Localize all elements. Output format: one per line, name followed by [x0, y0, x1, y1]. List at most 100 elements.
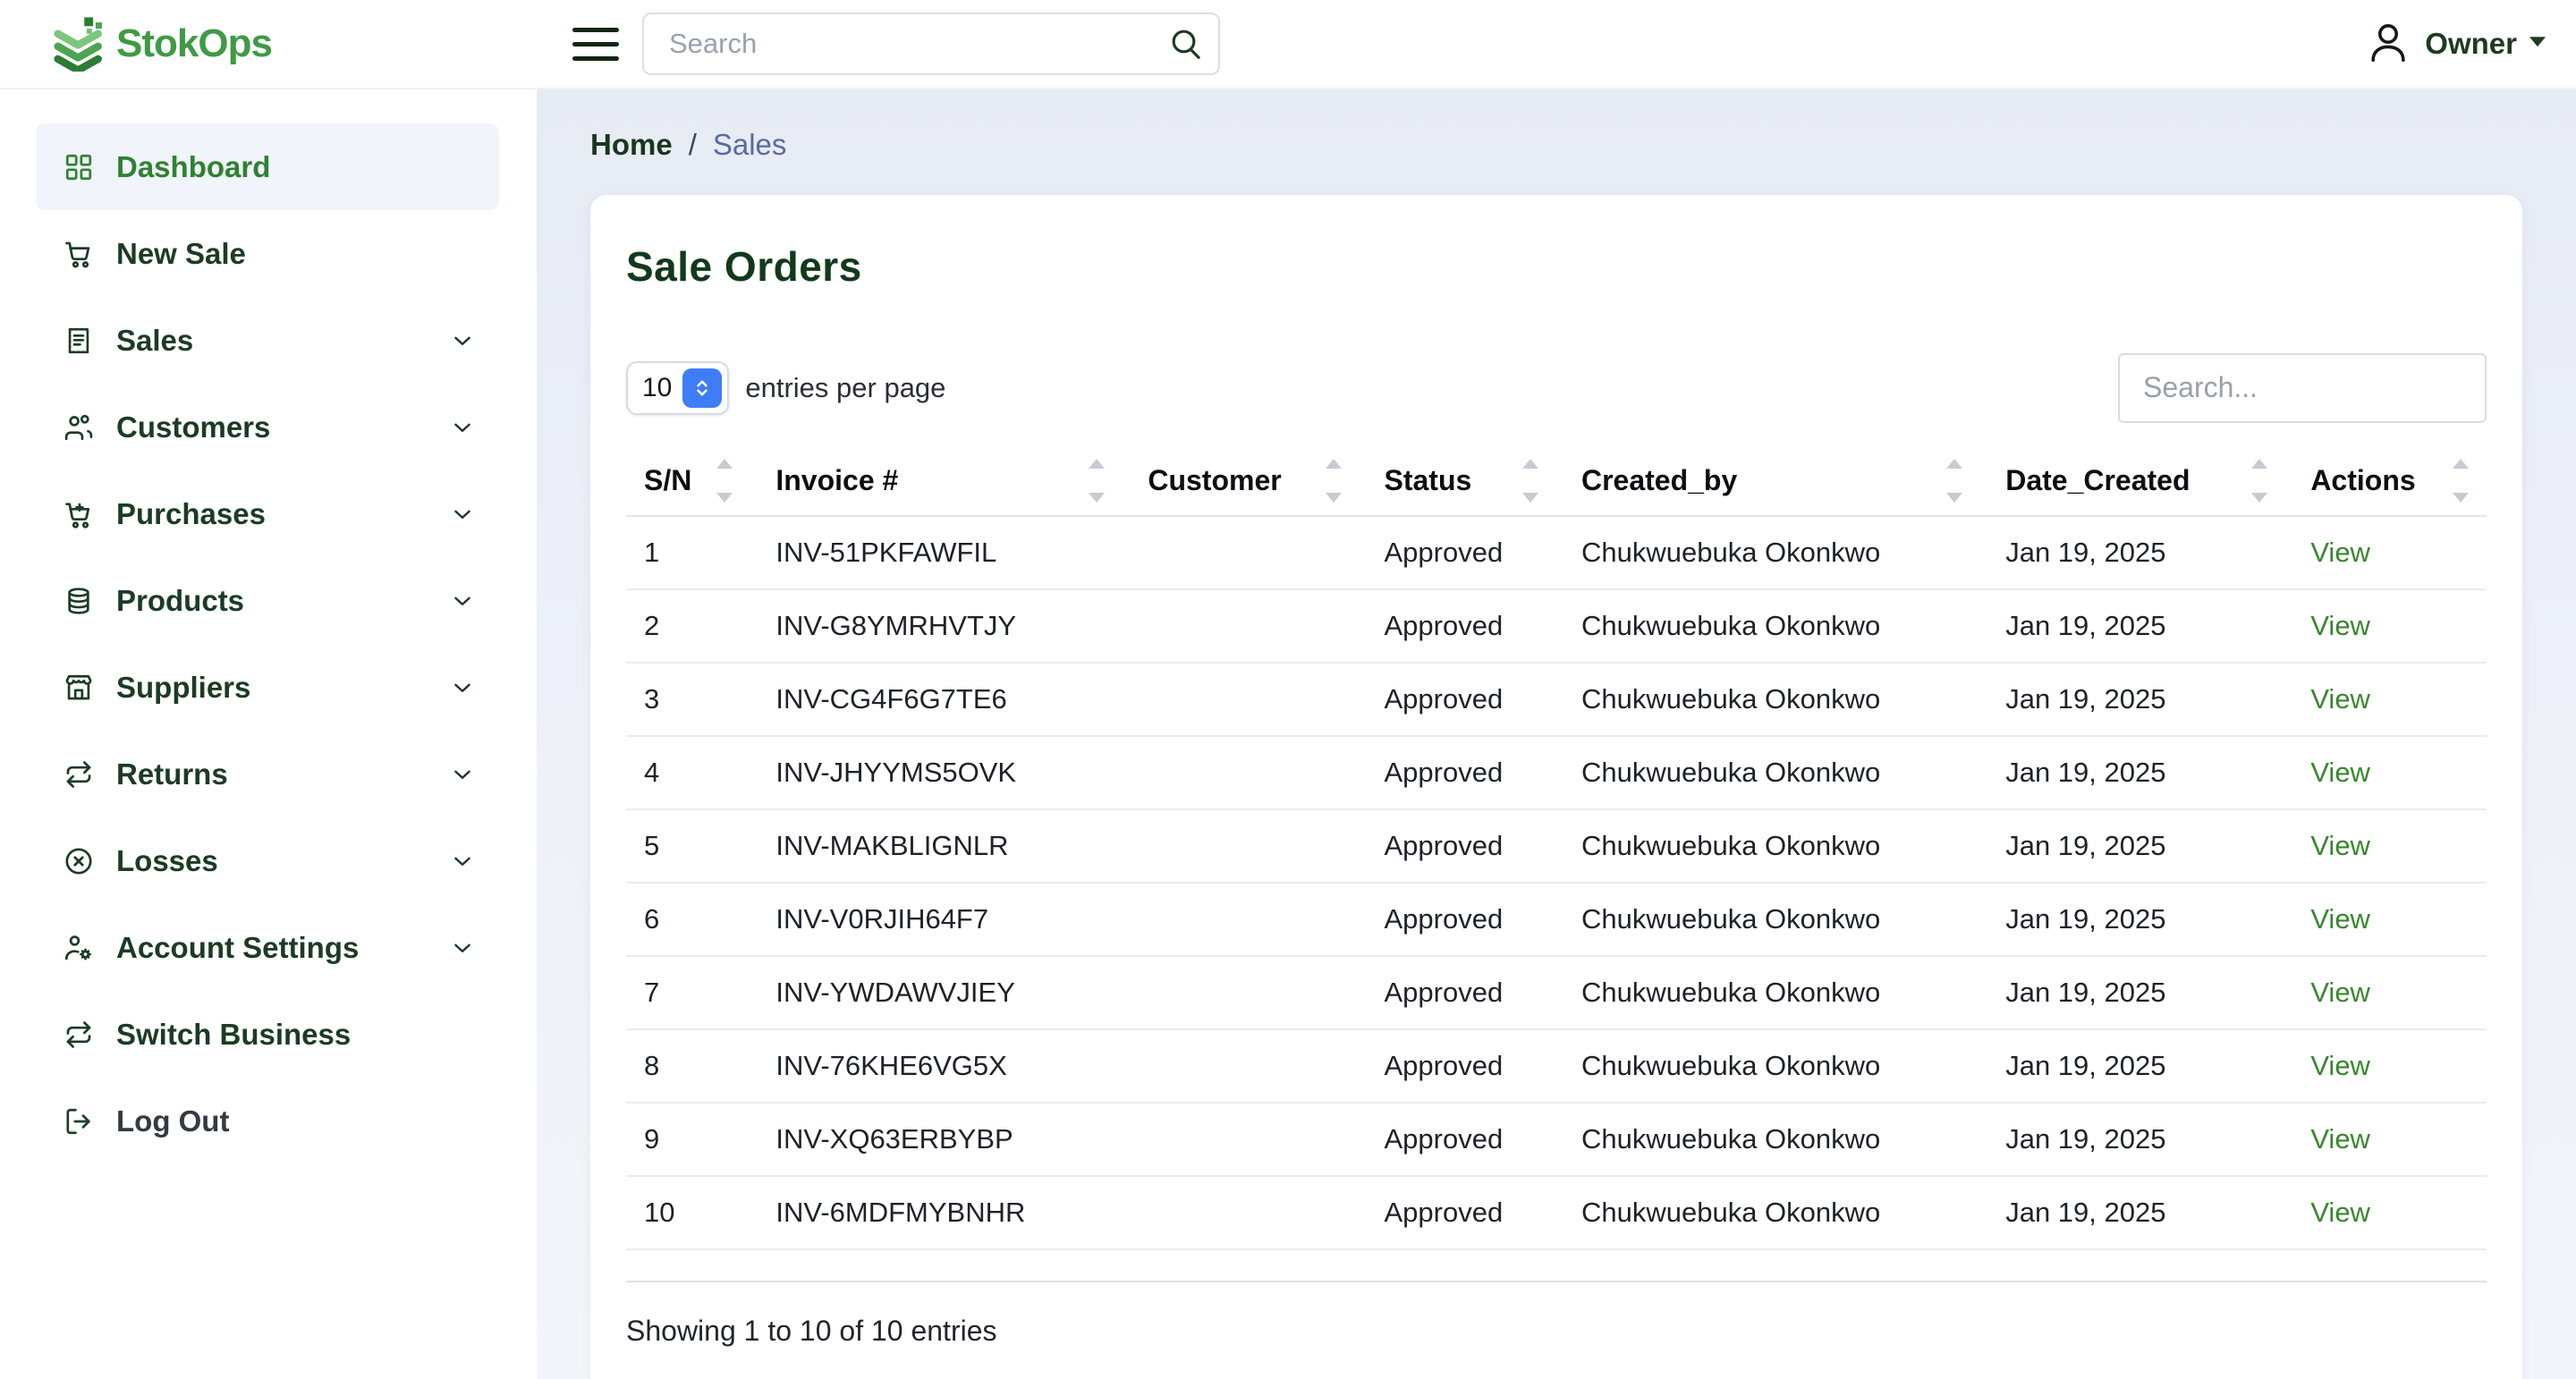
- sort-arrows-icon: [1326, 459, 1342, 503]
- x-circle-icon: [63, 846, 95, 876]
- stokops-logo-icon: [50, 16, 111, 72]
- cell-date-created: Jan 19, 2025: [1980, 809, 2285, 883]
- select-stepper-icon[interactable]: [682, 368, 722, 408]
- cell-date-created: Jan 19, 2025: [1980, 883, 2285, 956]
- sort-arrows-icon: [1946, 459, 1962, 503]
- user-menu[interactable]: Owner: [2364, 18, 2546, 71]
- view-link[interactable]: View: [2310, 1050, 2370, 1081]
- cell-status: Approved: [1360, 663, 1556, 736]
- sidebar-item-sales[interactable]: Sales: [36, 297, 499, 384]
- sort-arrows-icon: [2453, 459, 2469, 503]
- sidebar-item-returns[interactable]: Returns: [36, 731, 499, 817]
- page-title: Sale Orders: [626, 242, 2487, 291]
- chevron-down-icon: [449, 588, 476, 614]
- cell-customer: [1123, 956, 1359, 1029]
- cell-customer: [1123, 883, 1359, 956]
- cell-created-by: Chukwuebuka Okonkwo: [1556, 809, 1980, 883]
- cell-invoice: INV-6MDFMYBNHR: [750, 1176, 1123, 1249]
- cell-sn: 7: [626, 956, 750, 1029]
- view-link[interactable]: View: [2310, 977, 2370, 1008]
- column-header-label: S/N: [644, 464, 691, 497]
- sidebar-item-label: Returns: [116, 757, 228, 791]
- view-link[interactable]: View: [2310, 903, 2370, 935]
- sidebar-item-suppliers[interactable]: Suppliers: [36, 644, 499, 731]
- cell-created-by: Chukwuebuka Okonkwo: [1556, 663, 1980, 736]
- user-gear-icon: [63, 933, 95, 963]
- view-link[interactable]: View: [2310, 610, 2370, 641]
- sidebar-item-log-out[interactable]: Log Out: [36, 1078, 499, 1164]
- main-content: Home / Sales Sale Orders 10: [537, 89, 2576, 1379]
- cell-sn: 8: [626, 1029, 750, 1103]
- table-row: 10 INV-6MDFMYBNHR Approved Chukwuebuka O…: [626, 1176, 2487, 1249]
- table-row: 3 INV-CG4F6G7TE6 Approved Chukwuebuka Ok…: [626, 663, 2487, 736]
- cell-sn: 1: [626, 516, 750, 589]
- user-role-label: Owner: [2425, 27, 2517, 61]
- topbar-search-input[interactable]: [642, 13, 1220, 75]
- column-header[interactable]: Created_by: [1556, 446, 1980, 516]
- sidebar-item-label: Log Out: [116, 1104, 229, 1138]
- table-bottom-border: [626, 1281, 2487, 1282]
- sort-arrows-icon: [1522, 459, 1538, 503]
- cell-status: Approved: [1360, 516, 1556, 589]
- cell-actions: View: [2285, 1176, 2487, 1249]
- breadcrumb: Home / Sales: [590, 127, 2522, 163]
- view-link[interactable]: View: [2310, 757, 2370, 788]
- view-link[interactable]: View: [2310, 537, 2370, 568]
- cell-status: Approved: [1360, 809, 1556, 883]
- entries-per-page-label: entries per page: [745, 372, 945, 404]
- column-header-label: Invoice #: [775, 464, 898, 497]
- sidebar-item-products[interactable]: Products: [36, 557, 499, 644]
- cell-created-by: Chukwuebuka Okonkwo: [1556, 883, 1980, 956]
- table-search: [2118, 353, 2487, 423]
- entries-select[interactable]: 10: [626, 361, 729, 415]
- column-header[interactable]: S/N: [626, 446, 750, 516]
- column-header[interactable]: Invoice #: [750, 446, 1123, 516]
- logo[interactable]: StokOps: [0, 16, 537, 72]
- cell-sn: 6: [626, 883, 750, 956]
- sidebar-item-label: Purchases: [116, 497, 266, 531]
- cell-customer: [1123, 1103, 1359, 1176]
- cell-sn: 9: [626, 1103, 750, 1176]
- breadcrumb-current: Sales: [713, 128, 787, 162]
- column-header[interactable]: Date_Created: [1980, 446, 2285, 516]
- cell-status: Approved: [1360, 1103, 1556, 1176]
- column-header[interactable]: Actions: [2285, 446, 2487, 516]
- column-header[interactable]: Status: [1360, 446, 1556, 516]
- view-link[interactable]: View: [2310, 830, 2370, 861]
- view-link[interactable]: View: [2310, 1197, 2370, 1228]
- cell-status: Approved: [1360, 736, 1556, 809]
- column-header[interactable]: Customer: [1123, 446, 1359, 516]
- cell-status: Approved: [1360, 589, 1556, 663]
- sidebar-item-account-settings[interactable]: Account Settings: [36, 904, 499, 991]
- chevron-down-icon: [449, 414, 476, 441]
- store-icon: [63, 673, 95, 703]
- cell-date-created: Jan 19, 2025: [1980, 1029, 2285, 1103]
- grid-icon: [63, 152, 95, 182]
- cell-invoice: INV-76KHE6VG5X: [750, 1029, 1123, 1103]
- view-link[interactable]: View: [2310, 1123, 2370, 1155]
- table-row: 8 INV-76KHE6VG5X Approved Chukwuebuka Ok…: [626, 1029, 2487, 1103]
- search-icon[interactable]: [1168, 26, 1204, 66]
- repeat-icon: [63, 1019, 95, 1050]
- sale-orders-table: S/N Invoice # Customer: [626, 446, 2487, 1250]
- cell-created-by: Chukwuebuka Okonkwo: [1556, 1103, 1980, 1176]
- table-search-input[interactable]: [2118, 353, 2487, 423]
- sidebar-item-losses[interactable]: Losses: [36, 817, 499, 904]
- cell-customer: [1123, 1029, 1359, 1103]
- sidebar-item-customers[interactable]: Customers: [36, 384, 499, 470]
- sidebar-item-new-sale[interactable]: New Sale: [36, 210, 499, 297]
- hamburger-icon[interactable]: [572, 28, 619, 61]
- showing-entries-text: Showing 1 to 10 of 10 entries: [626, 1315, 2487, 1348]
- sidebar-item-purchases[interactable]: Purchases: [36, 470, 499, 557]
- cell-date-created: Jan 19, 2025: [1980, 589, 2285, 663]
- cell-actions: View: [2285, 1103, 2487, 1176]
- cart-icon: [63, 239, 95, 269]
- sidebar-item-dashboard[interactable]: Dashboard: [36, 123, 499, 210]
- cell-date-created: Jan 19, 2025: [1980, 956, 2285, 1029]
- view-link[interactable]: View: [2310, 683, 2370, 715]
- breadcrumb-home-link[interactable]: Home: [590, 128, 673, 162]
- table-row: 2 INV-G8YMRHVTJY Approved Chukwuebuka Ok…: [626, 589, 2487, 663]
- table-row: 7 INV-YWDAWVJIEY Approved Chukwuebuka Ok…: [626, 956, 2487, 1029]
- sidebar-item-switch-business[interactable]: Switch Business: [36, 991, 499, 1078]
- chevron-down-icon: [449, 761, 476, 788]
